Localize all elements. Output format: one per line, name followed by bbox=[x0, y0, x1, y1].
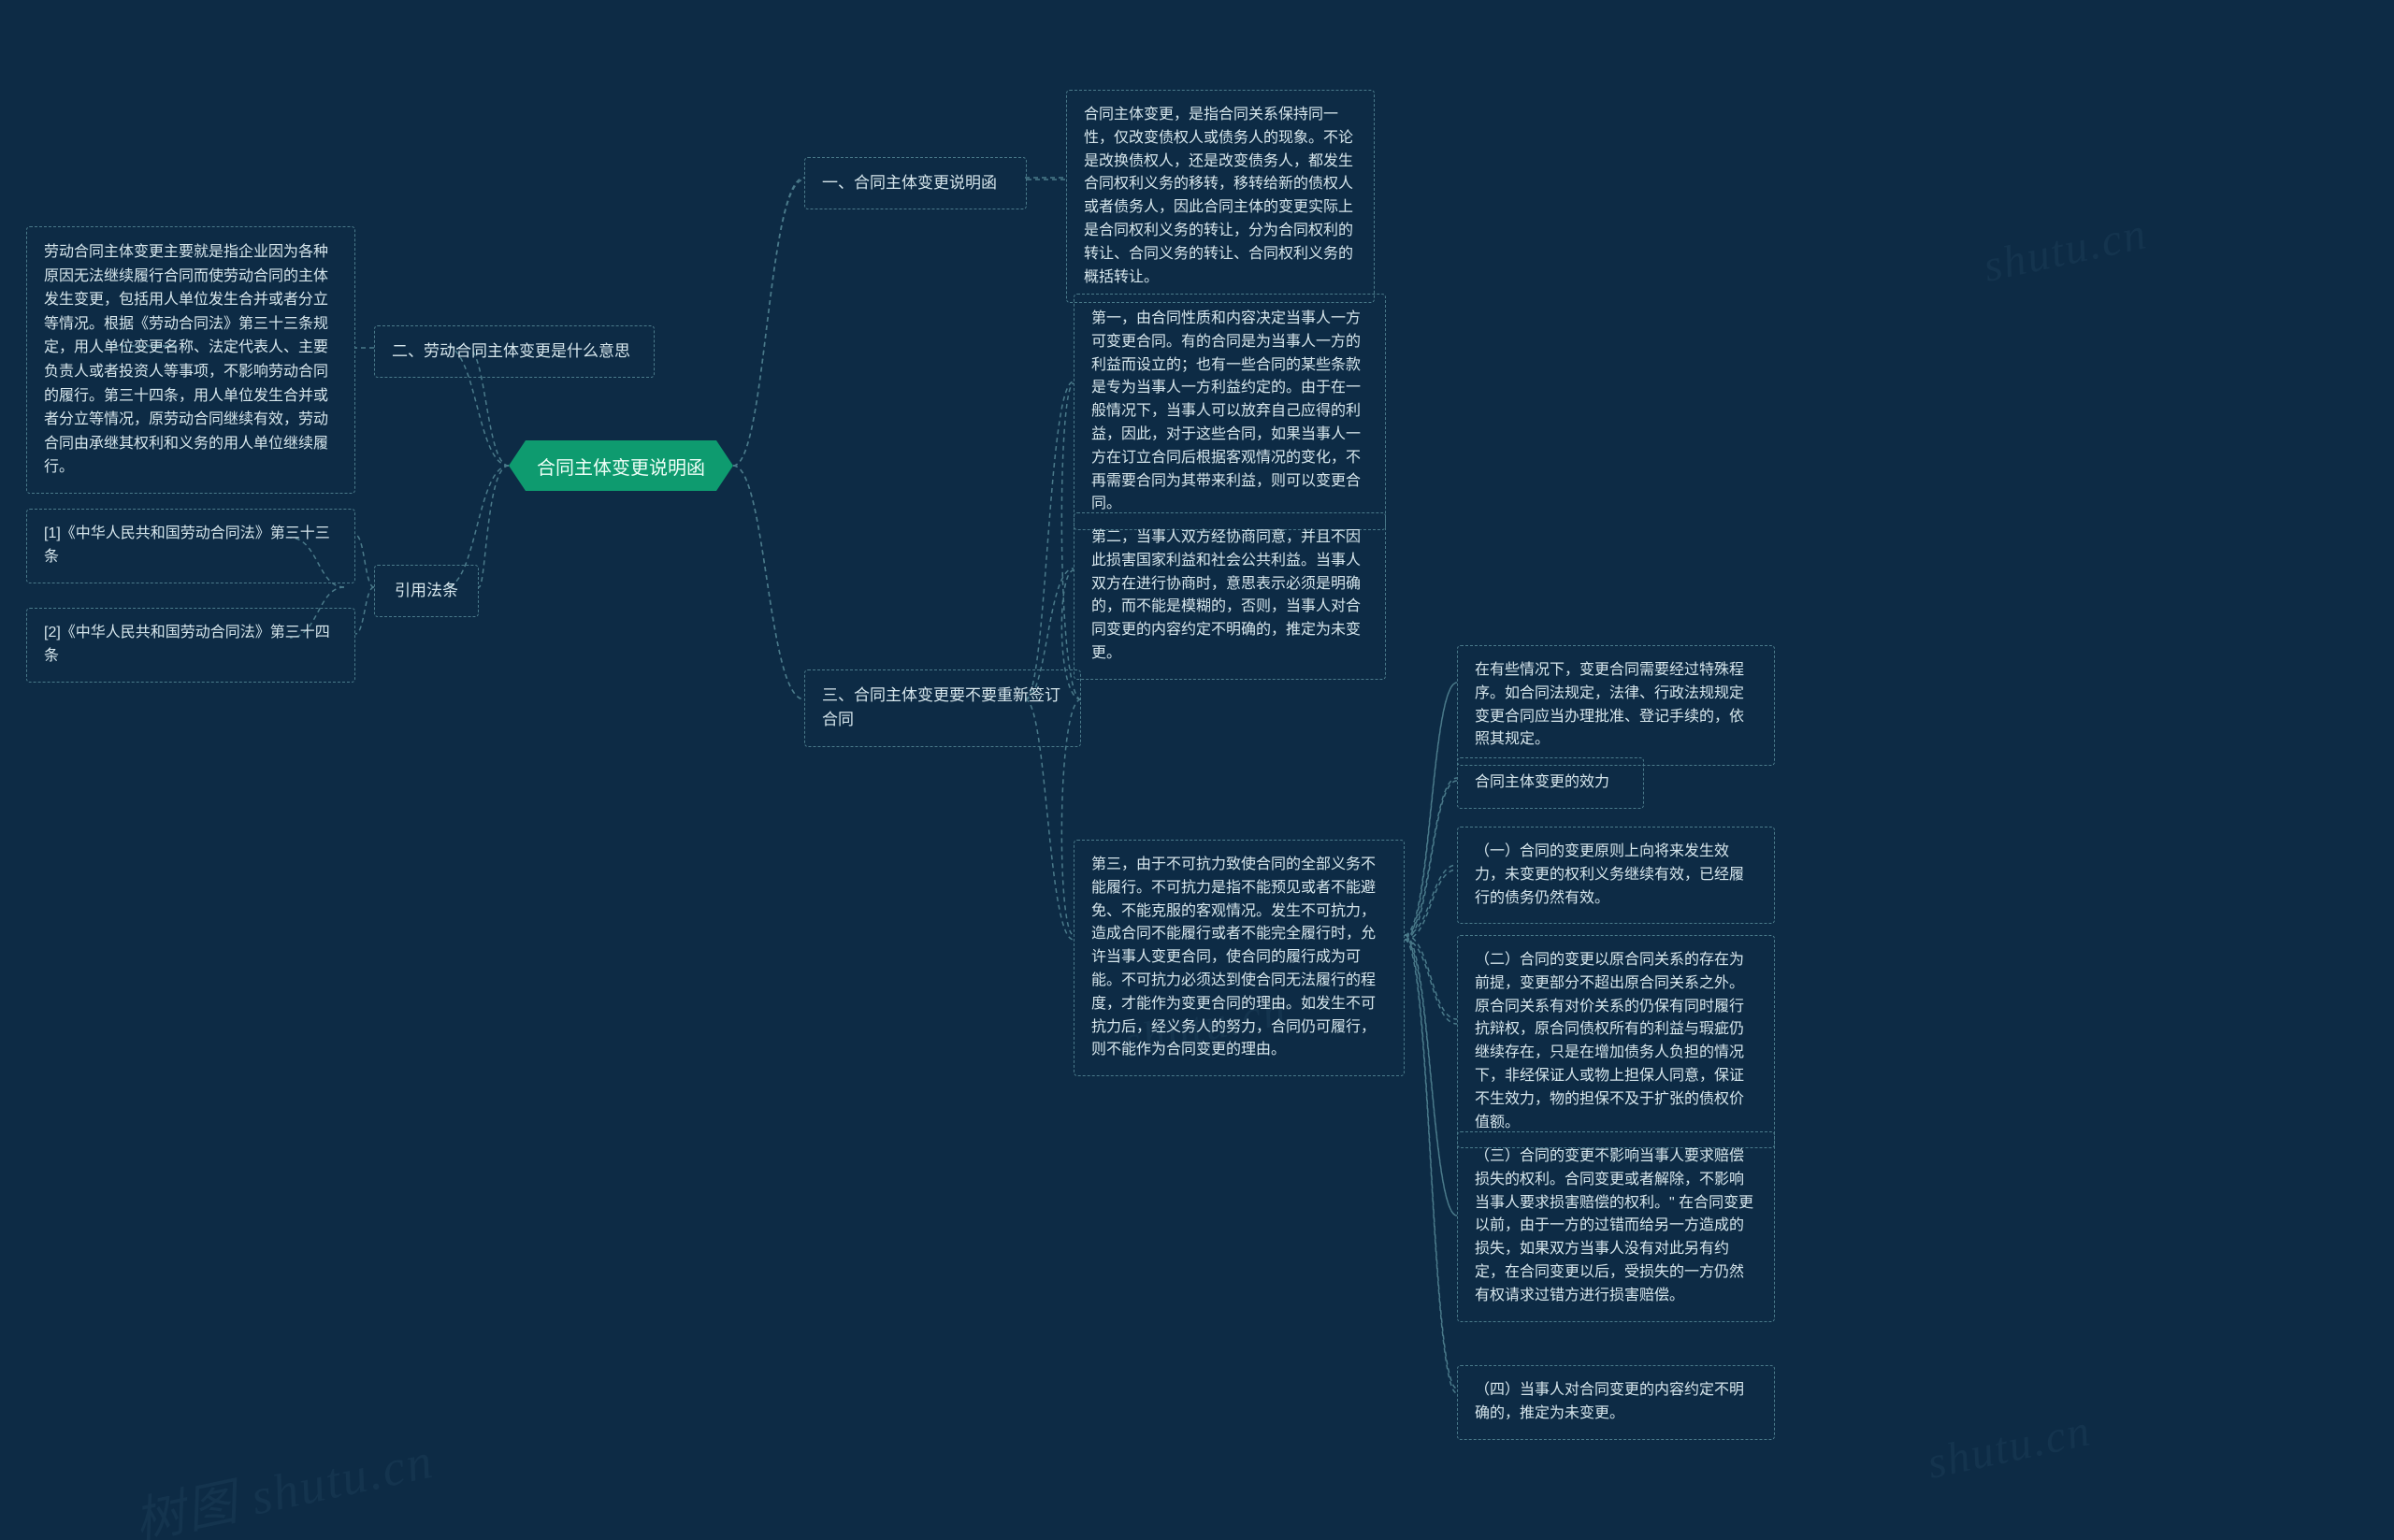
node-text: 合同主体变更的效力 bbox=[1475, 774, 1609, 790]
node-right-c3[interactable]: 第三，由于不可抗力致使合同的全部义务不能履行。不可抗力是指不能预见或者不能避免、… bbox=[1074, 840, 1405, 1076]
node-right-section1[interactable]: 一、合同主体变更说明函 bbox=[804, 157, 1027, 209]
node-text: （三）合同的变更不影响当事人要求赔偿损失的权利。合同变更或者解除，不影响当事人要… bbox=[1475, 1148, 1753, 1303]
node-text: （二）合同的变更以原合同关系的存在为前提，变更部分不超出原合同关系之外。原合同关… bbox=[1475, 952, 1744, 1130]
node-right-d5[interactable]: （三）合同的变更不影响当事人要求赔偿损失的权利。合同变更或者解除，不影响当事人要… bbox=[1457, 1131, 1775, 1322]
node-label: 二、劳动合同主体变更是什么意思 bbox=[392, 342, 630, 360]
node-left-refs[interactable]: 引用法条 bbox=[374, 565, 479, 617]
node-text: 合同主体变更，是指合同关系保持同一性，仅改变债权人或债务人的现象。不论是改换债权… bbox=[1084, 107, 1353, 285]
node-left-section2[interactable]: 二、劳动合同主体变更是什么意思 bbox=[374, 325, 655, 378]
root-node[interactable]: 合同主体变更说明函 bbox=[509, 440, 733, 491]
node-text: 劳动合同主体变更主要就是指企业因为各种原因无法继续履行合同而使劳动合同的主体发生… bbox=[44, 244, 328, 475]
node-right-d3[interactable]: （一）合同的变更原则上向将来发生效力，未变更的权利义务继续有效，已经履行的债务仍… bbox=[1457, 827, 1775, 924]
node-label: 一、合同主体变更说明函 bbox=[822, 174, 997, 192]
node-text: （一）合同的变更原则上向将来发生效力，未变更的权利义务继续有效，已经履行的债务仍… bbox=[1475, 843, 1744, 906]
node-right-d6[interactable]: （四）当事人对合同变更的内容约定不明确的，推定为未变更。 bbox=[1457, 1365, 1775, 1440]
node-left-ref2[interactable]: [2]《中华人民共和国劳动合同法》第三十四条 bbox=[26, 608, 355, 683]
root-label: 合同主体变更说明函 bbox=[537, 453, 705, 480]
node-text: [2]《中华人民共和国劳动合同法》第三十四条 bbox=[44, 625, 330, 664]
node-right-c1[interactable]: 第一，由合同性质和内容决定当事人一方可变更合同。有的合同是为当事人一方的利益而设… bbox=[1074, 294, 1386, 530]
node-left-section2-detail[interactable]: 劳动合同主体变更主要就是指企业因为各种原因无法继续履行合同而使劳动合同的主体发生… bbox=[26, 226, 355, 494]
nodes: 二、劳动合同主体变更是什么意思 劳动合同主体变更主要就是指企业因为各种原因无法继… bbox=[0, 0, 2394, 1540]
node-text: 第二，当事人双方经协商同意，并且不因此损害国家利益和社会公共利益。当事人双方在进… bbox=[1091, 529, 1361, 661]
node-right-d4[interactable]: （二）合同的变更以原合同关系的存在为前提，变更部分不超出原合同关系之外。原合同关… bbox=[1457, 935, 1775, 1148]
node-text: 第一，由合同性质和内容决定当事人一方可变更合同。有的合同是为当事人一方的利益而设… bbox=[1091, 310, 1361, 511]
node-text: 在有些情况下，变更合同需要经过特殊程序。如合同法规定，法律、行政法规规定变更合同… bbox=[1475, 662, 1744, 747]
node-label: 三、合同主体变更要不要重新签订合同 bbox=[822, 686, 1060, 728]
node-text: 第三，由于不可抗力致使合同的全部义务不能履行。不可抗力是指不能预见或者不能避免、… bbox=[1091, 856, 1376, 1058]
node-right-d2[interactable]: 合同主体变更的效力 bbox=[1457, 757, 1644, 809]
node-right-section3[interactable]: 三、合同主体变更要不要重新签订合同 bbox=[804, 669, 1081, 747]
node-right-c2[interactable]: 第二，当事人双方经协商同意，并且不因此损害国家利益和社会公共利益。当事人双方在进… bbox=[1074, 512, 1386, 680]
node-text: （四）当事人对合同变更的内容约定不明确的，推定为未变更。 bbox=[1475, 1382, 1744, 1421]
node-label: 引用法条 bbox=[395, 582, 458, 599]
node-right-section1-detail[interactable]: 合同主体变更，是指合同关系保持同一性，仅改变债权人或债务人的现象。不论是改换债权… bbox=[1066, 90, 1375, 303]
node-left-ref1[interactable]: [1]《中华人民共和国劳动合同法》第三十三条 bbox=[26, 509, 355, 583]
node-right-d1[interactable]: 在有些情况下，变更合同需要经过特殊程序。如合同法规定，法律、行政法规规定变更合同… bbox=[1457, 645, 1775, 766]
node-text: [1]《中华人民共和国劳动合同法》第三十三条 bbox=[44, 525, 330, 565]
